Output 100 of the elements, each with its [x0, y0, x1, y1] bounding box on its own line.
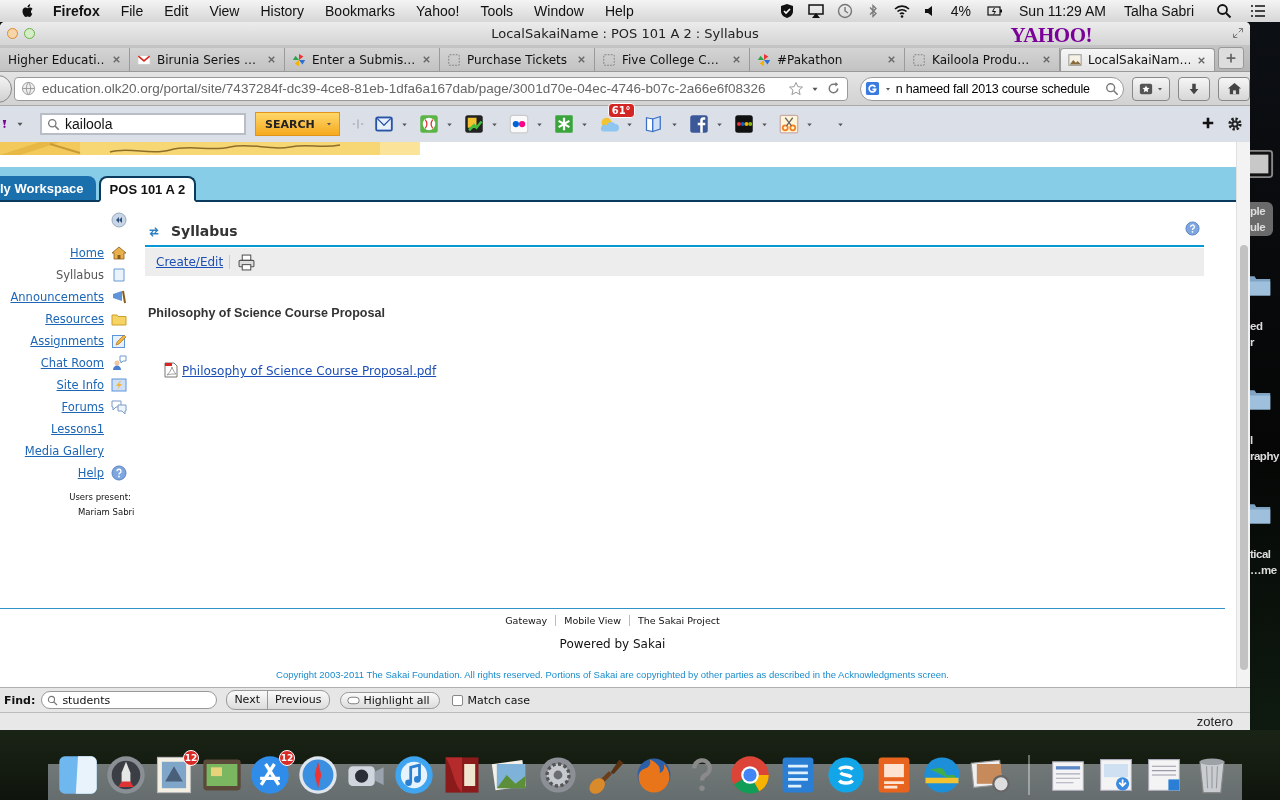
- browser-tab[interactable]: Five College C…: [595, 48, 750, 71]
- shield-check-icon[interactable]: [778, 3, 795, 19]
- nav-link[interactable]: Resources: [45, 312, 104, 326]
- menu-item[interactable]: Yahoo!: [416, 3, 460, 19]
- icon-label[interactable]: ed r: [1250, 318, 1280, 350]
- zotero-label[interactable]: zotero: [1196, 714, 1233, 729]
- tricolor-circle-icon[interactable]: [728, 753, 772, 797]
- settings-icon[interactable]: [1227, 116, 1243, 132]
- screen-arrow-icon[interactable]: [806, 3, 825, 19]
- browser-tab[interactable]: #Pakathon: [750, 48, 905, 71]
- footer-link[interactable]: The Sakai Project: [628, 615, 728, 626]
- search-icon[interactable]: [1216, 3, 1232, 19]
- menu-item[interactable]: Bookmarks: [325, 3, 396, 19]
- checkbox-label[interactable]: Match case: [467, 693, 530, 707]
- clock-icon[interactable]: [836, 3, 853, 19]
- printer-icon[interactable]: [238, 253, 256, 271]
- sync-arrows-icon[interactable]: [147, 225, 161, 239]
- icon-label[interactable]: tical …me: [1250, 546, 1280, 578]
- envelope-icon[interactable]: [373, 114, 394, 134]
- menu-item[interactable]: Edit: [164, 3, 189, 19]
- syllabus-heading: Philosophy of Science Course Proposal: [148, 306, 386, 320]
- create-edit-link[interactable]: Create/Edit: [156, 255, 231, 269]
- nav-link[interactable]: Help: [77, 466, 104, 480]
- find-field[interactable]: students: [41, 691, 218, 709]
- new-tab-button[interactable]: [1218, 47, 1244, 69]
- icon-label[interactable]: l raphy: [1250, 432, 1280, 464]
- nav-link[interactable]: Assignments: [30, 334, 104, 348]
- menu-item[interactable]: History: [260, 3, 305, 19]
- close-icon[interactable]: [1041, 54, 1052, 65]
- menu-item[interactable]: Window: [534, 3, 584, 19]
- browser-tab[interactable]: Enter a Submis…: [285, 48, 440, 71]
- close-icon[interactable]: [421, 54, 432, 65]
- caret-icon: [324, 120, 333, 128]
- browser-tab[interactable]: Higher Educati…: [0, 48, 130, 71]
- app-circle-icon[interactable]: [248, 753, 292, 797]
- rocket-icon[interactable]: [104, 753, 148, 797]
- address-field[interactable]: education.olk20.org/portal/site/7437284f-dc39-4ce8-81eb-1dfa6a167dab/page/3001d70e-04ec-4746-b07c-2a66e6f08326: [14, 76, 848, 101]
- search-field[interactable]: kailoola: [40, 113, 246, 135]
- attachment-link[interactable]: Philosophy of Science Course Proposal.pdf: [182, 364, 437, 378]
- asterisk-icon[interactable]: [553, 114, 574, 134]
- fullscreen-icon[interactable]: [1232, 27, 1244, 39]
- nav-link[interactable]: Chat Room: [40, 356, 104, 370]
- scrollbar-thumb[interactable]: [1239, 245, 1248, 670]
- nav-link[interactable]: Media Gallery: [24, 444, 104, 458]
- list-icon[interactable]: [1250, 3, 1266, 19]
- browser-tab[interactable]: Birunia Series …: [130, 48, 285, 71]
- music-note-icon[interactable]: [392, 753, 436, 797]
- nav-link[interactable]: Lessons1: [51, 422, 104, 436]
- footer-link[interactable]: Gateway: [497, 615, 556, 626]
- book-icon[interactable]: [643, 114, 664, 134]
- search-field[interactable]: n hameed fall 2013 course schedule: [859, 76, 1125, 101]
- speech-bubbles-icon: [111, 399, 127, 415]
- find-button[interactable]: Next: [227, 691, 268, 709]
- search-button[interactable]: SEARCH: [255, 112, 340, 136]
- browser-tab[interactable]: LocalSakaiNam…: [1060, 48, 1215, 71]
- nav-link[interactable]: Forums: [61, 400, 104, 414]
- bookmarks-button[interactable]: [1132, 76, 1171, 101]
- chart-up-icon[interactable]: [463, 114, 484, 134]
- lightning-window-icon: [111, 377, 127, 393]
- wifi-icon[interactable]: [892, 3, 911, 19]
- clock-text[interactable]: Sun 11:29 AM: [1019, 3, 1106, 19]
- two-dots-icon[interactable]: [508, 114, 529, 134]
- four-dots-icon[interactable]: [733, 114, 754, 134]
- help-icon[interactable]: [1185, 221, 1200, 236]
- home-button[interactable]: [1218, 76, 1250, 101]
- checkbox[interactable]: [451, 694, 463, 706]
- scissors-icon[interactable]: [778, 114, 799, 134]
- scrollbar[interactable]: [1236, 142, 1250, 687]
- compass-icon[interactable]: [296, 753, 340, 797]
- baseball-icon[interactable]: [418, 114, 439, 134]
- user-name[interactable]: Talha Sabri: [1123, 3, 1194, 19]
- download-button[interactable]: [1178, 76, 1211, 101]
- close-icon[interactable]: [731, 54, 742, 65]
- find-button[interactable]: Previous: [267, 691, 329, 709]
- close-icon[interactable]: [111, 54, 122, 65]
- highlight-button[interactable]: Highlight all: [339, 691, 440, 709]
- star-icon[interactable]: [787, 80, 804, 97]
- app-menu[interactable]: Firefox: [53, 3, 100, 19]
- nav-link[interactable]: Home: [70, 246, 104, 260]
- close-icon[interactable]: [886, 54, 897, 65]
- site-tab[interactable]: ly Workspace: [0, 176, 96, 202]
- browser-tab[interactable]: Kailoola Produ…: [905, 48, 1060, 71]
- close-icon[interactable]: [576, 54, 587, 65]
- browser-tab[interactable]: Purchase Tickets: [440, 48, 595, 71]
- menu-item[interactable]: File: [120, 3, 144, 19]
- close-icon[interactable]: [266, 54, 277, 65]
- site-tab[interactable]: POS 101 A 2: [98, 176, 197, 202]
- footer-link[interactable]: Mobile View: [555, 615, 629, 626]
- pencil-icon: [111, 333, 127, 349]
- nav-link[interactable]: Announcements: [10, 290, 104, 304]
- menu-item[interactable]: View: [209, 3, 240, 19]
- icon-label[interactable]: ple ule: [1250, 202, 1273, 236]
- megaphone-icon: [111, 289, 127, 305]
- social-square-icon[interactable]: [688, 114, 709, 134]
- collapse-icon[interactable]: [111, 212, 127, 228]
- menu-item[interactable]: Tools: [480, 3, 514, 19]
- plus-icon[interactable]: [1201, 116, 1215, 130]
- nav-link[interactable]: Site Info: [56, 378, 104, 392]
- menu-item[interactable]: Help: [604, 3, 634, 19]
- split-square-icon[interactable]: [56, 753, 100, 797]
